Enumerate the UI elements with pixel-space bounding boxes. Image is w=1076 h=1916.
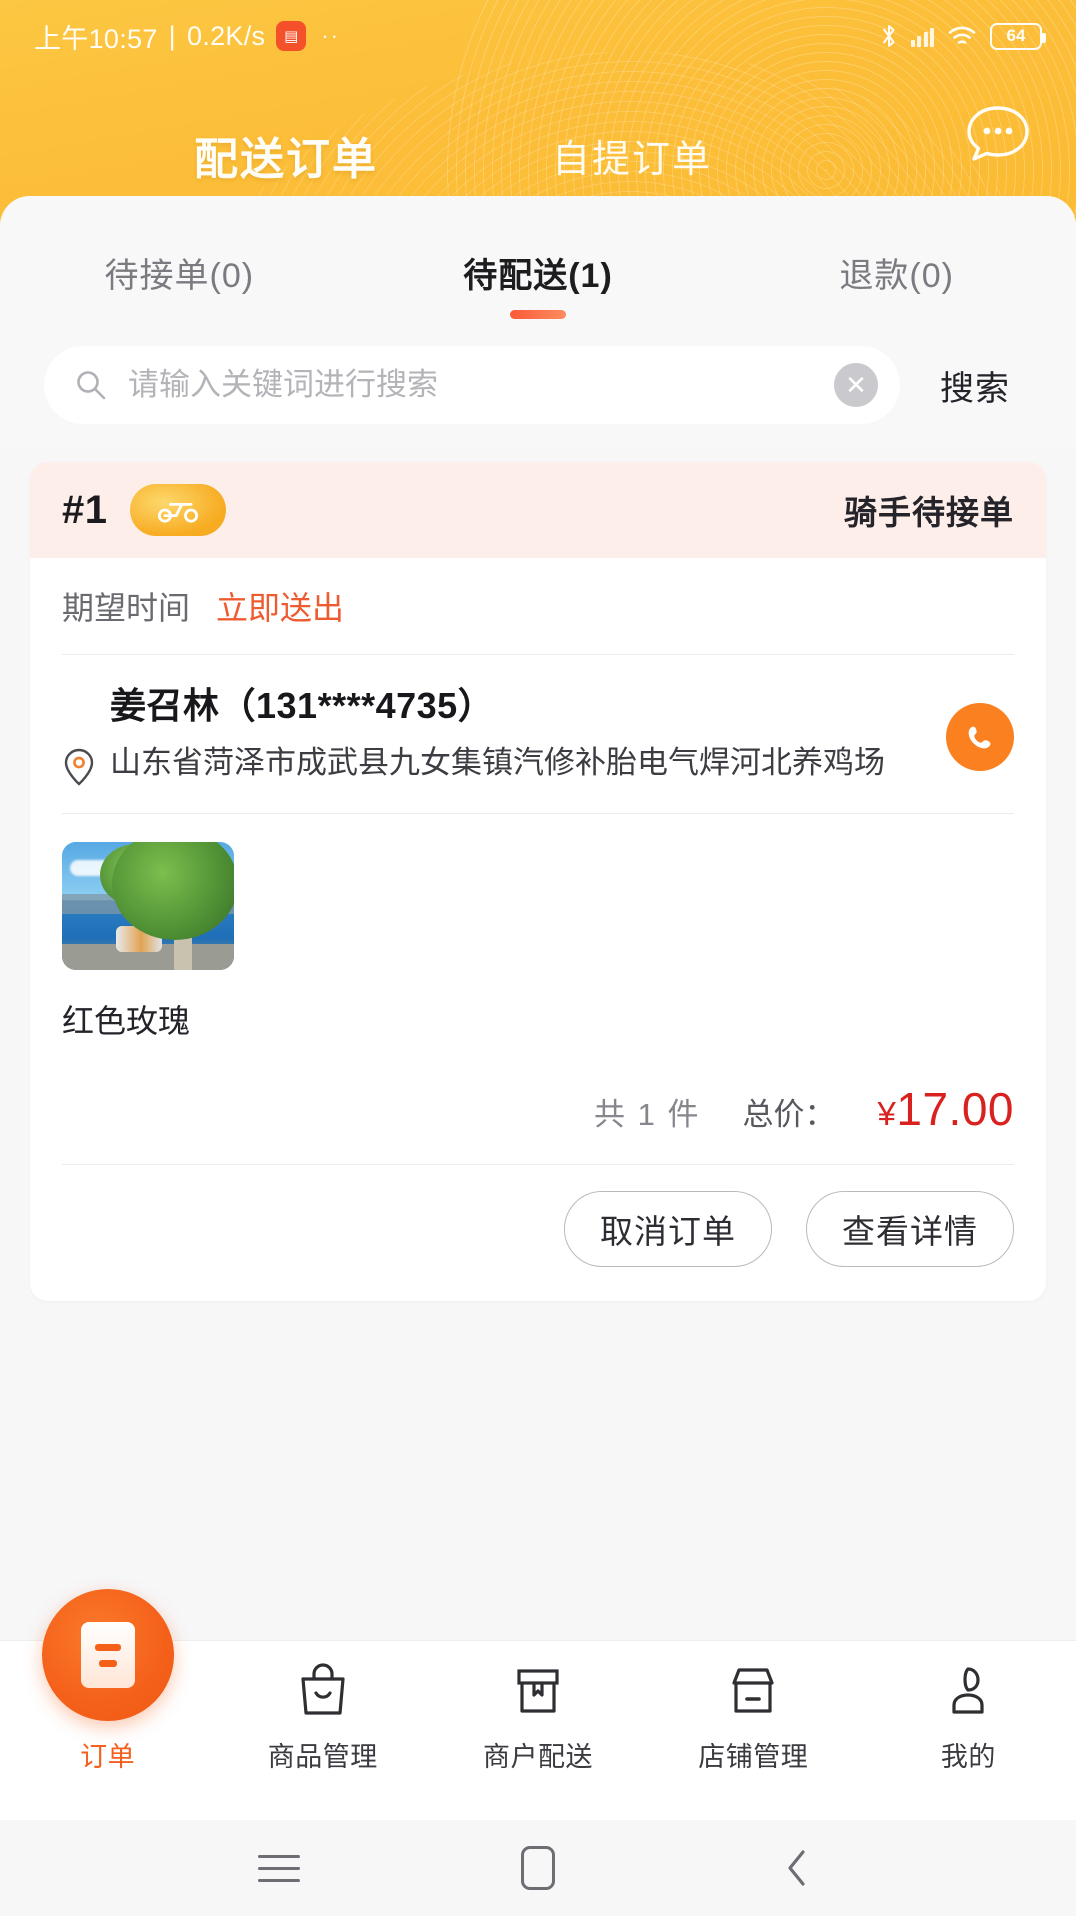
product-photo-thumbnail[interactable] <box>62 842 234 970</box>
status-bar: 上午10:57 | 0.2K/s ▤ ·· 64 <box>0 0 1076 72</box>
order-status-badge: 骑手待接单 <box>844 494 1014 531</box>
tab-pending-accept-label: 待接单(0) <box>104 257 255 295</box>
status-separator: | <box>168 20 176 51</box>
nav-item-products-label: 商品管理 <box>267 1742 378 1772</box>
currency-symbol: ¥ <box>877 1095 897 1132</box>
order-list: #1 骑手待接单 期望时间 立即送出 姜召林（131****4735） 山东省菏… <box>0 448 1076 1301</box>
battery-indicator: 64 <box>990 22 1046 50</box>
customer-info: 姜召林（131****4735） 山东省菏泽市成武县九女集镇汽修补胎电气焊河北养… <box>62 677 946 787</box>
expected-time-value: 立即送出 <box>216 590 345 626</box>
status-bar-right: 64 <box>880 22 1046 50</box>
tab-refund-label: 退款(0) <box>839 257 954 295</box>
shopping-bag-icon <box>295 1659 351 1721</box>
nav-item-merchant-delivery[interactable]: 商户配送 <box>430 1659 645 1774</box>
tab-pending-accept[interactable]: 待接单(0) <box>0 248 359 297</box>
search-row: ✕ 搜索 <box>0 324 1076 448</box>
location-pin-icon <box>62 747 96 787</box>
person-icon <box>940 1659 996 1721</box>
scooter-badge-icon <box>129 484 226 536</box>
signal-bars-icon <box>910 25 934 47</box>
header-tab-delivery-label: 配送订单 <box>194 135 378 184</box>
wifi-icon <box>947 24 977 48</box>
cancel-order-button[interactable]: 取消订单 <box>564 1191 772 1267</box>
order-status-tabs: 待接单(0) 待配送(1) 退款(0) <box>0 196 1076 324</box>
order-card-body: 期望时间 立即送出 姜召林（131****4735） 山东省菏泽市成武县九女集镇… <box>30 558 1046 1301</box>
parcel-box-icon <box>510 1659 566 1721</box>
recents-menu-icon[interactable] <box>247 1836 311 1900</box>
phone-call-icon[interactable] <box>946 703 1014 771</box>
status-bar-left: 上午10:57 | 0.2K/s ▤ ·· <box>34 17 340 56</box>
nav-item-profile[interactable]: 我的 <box>861 1659 1076 1774</box>
home-square-icon[interactable] <box>506 1836 570 1900</box>
customer-address: 山东省菏泽市成武县九女集镇汽修补胎电气焊河北养鸡场 <box>110 745 885 780</box>
bottom-navigation: 订单 商品管理 商户配送 店铺管理 我的 <box>0 1589 1076 1820</box>
nav-item-orders[interactable]: 订单 <box>0 1659 215 1774</box>
tab-active-indicator <box>510 310 566 319</box>
nav-item-shop[interactable]: 店铺管理 <box>646 1659 861 1774</box>
search-button[interactable]: 搜索 <box>900 361 1050 410</box>
bluetooth-icon <box>880 23 898 49</box>
tab-pending-delivery-label: 待配送(1) <box>463 257 613 295</box>
header-tab-pickup[interactable]: 自提订单 <box>542 128 722 183</box>
order-goods: 红色玫瑰 <box>62 814 1014 1048</box>
chat-bubble-icon[interactable] <box>956 90 1040 174</box>
status-netspeed: 0.2K/s <box>187 20 266 51</box>
nav-item-shop-label: 店铺管理 <box>698 1742 809 1772</box>
tab-refund[interactable]: 退款(0) <box>717 248 1076 297</box>
order-actions: 取消订单 查看详情 <box>62 1165 1014 1301</box>
product-name: 红色玫瑰 <box>62 1003 191 1039</box>
nav-item-merchant-delivery-label: 商户配送 <box>483 1742 593 1772</box>
order-total-row: 共 1 件 总价： ¥17.00 <box>62 1048 1014 1164</box>
view-detail-button[interactable]: 查看详情 <box>806 1191 1014 1267</box>
order-card-header: #1 骑手待接单 <box>30 462 1046 558</box>
order-card: #1 骑手待接单 期望时间 立即送出 姜召林（131****4735） 山东省菏… <box>30 462 1046 1301</box>
order-total-value: 17.00 <box>896 1083 1014 1135</box>
expected-time-row: 期望时间 立即送出 <box>62 558 1014 654</box>
address-line: 山东省菏泽市成武县九女集镇汽修补胎电气焊河北养鸡场 <box>62 741 926 787</box>
app-header: 上午10:57 | 0.2K/s ▤ ·· 64 配送订单 自提订单 <box>0 0 1076 222</box>
search-input[interactable] <box>128 367 814 403</box>
status-time: 上午10:57 <box>34 23 158 54</box>
battery-level: 64 <box>1006 26 1026 45</box>
nav-item-orders-label: 订单 <box>80 1742 136 1772</box>
android-navigation-bar <box>0 1820 1076 1916</box>
content-sheet: 待接单(0) 待配送(1) 退款(0) ✕ 搜索 <box>0 196 1076 1916</box>
app-screen: 上午10:57 | 0.2K/s ▤ ·· 64 配送订单 自提订单 待接单(0… <box>0 0 1076 1916</box>
nav-item-products[interactable]: 商品管理 <box>215 1659 430 1774</box>
nav-item-profile-label: 我的 <box>940 1742 996 1772</box>
customer-name: 姜召林（131****4735） <box>110 685 495 726</box>
expected-time-label: 期望时间 <box>62 590 191 626</box>
order-total-count: 共 1 件 <box>594 1097 701 1132</box>
order-total-amount: ¥17.00 <box>878 1082 1014 1136</box>
search-icon <box>74 368 108 402</box>
order-number: #1 <box>62 487 108 532</box>
header-tab-pickup-label: 自提订单 <box>552 138 713 181</box>
customer-address-row: 姜召林（131****4735） 山东省菏泽市成武县九女集镇汽修补胎电气焊河北养… <box>62 655 1014 813</box>
tab-pending-delivery[interactable]: 待配送(1) <box>359 248 718 319</box>
storefront-icon <box>725 1659 781 1721</box>
order-total-label: 总价： <box>742 1097 836 1132</box>
notification-app-icon: ▤ <box>276 21 307 51</box>
header-tab-delivery[interactable]: 配送订单 <box>184 123 388 220</box>
search-box[interactable]: ✕ <box>44 346 900 424</box>
clear-circle-icon[interactable]: ✕ <box>834 363 878 407</box>
back-chevron-icon[interactable] <box>765 1836 829 1900</box>
status-more-dots: ·· <box>321 23 341 48</box>
